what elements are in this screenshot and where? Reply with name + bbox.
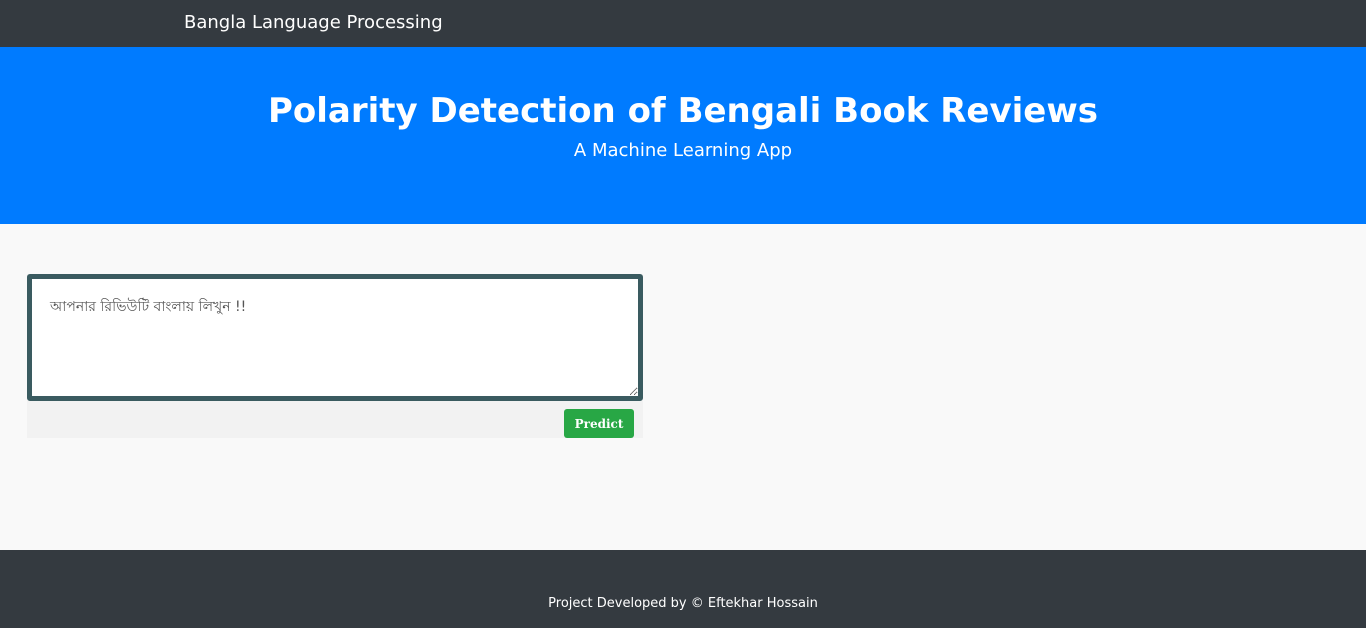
footer-credit: Project Developed by © Eftekhar Hossain — [548, 596, 818, 611]
footer: Project Developed by © Eftekhar Hossain — [0, 550, 1366, 628]
predict-button[interactable]: Predict — [564, 409, 634, 438]
review-form: Predict — [27, 274, 643, 438]
top-navbar: Bangla Language Processing — [0, 0, 1366, 47]
navbar-brand[interactable]: Bangla Language Processing — [184, 10, 443, 36]
page-subtitle: A Machine Learning App — [573, 140, 793, 161]
main-content: Predict — [0, 224, 1366, 550]
hero-banner: Polarity Detection of Bengali Book Revie… — [0, 47, 1366, 224]
page-title: Polarity Detection of Bengali Book Revie… — [267, 91, 1099, 131]
review-textarea[interactable] — [27, 274, 643, 401]
